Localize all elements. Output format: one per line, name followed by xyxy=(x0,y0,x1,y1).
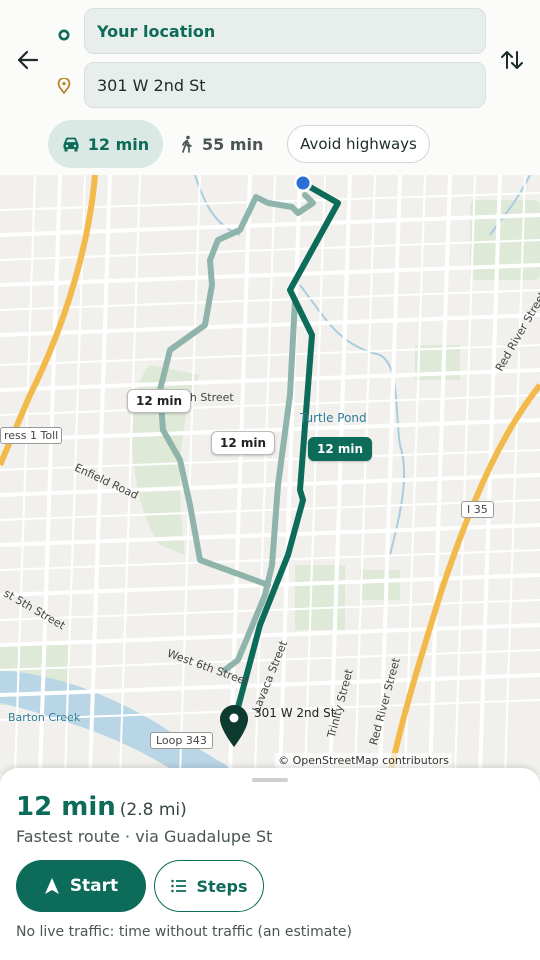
map-label-toll: ress 1 Toll xyxy=(0,427,63,444)
origin-circle-icon xyxy=(58,26,70,41)
destination-input[interactable]: 301 W 2nd St xyxy=(84,62,486,108)
back-button[interactable] xyxy=(14,46,42,74)
drag-handle[interactable] xyxy=(252,778,288,782)
route-label-main[interactable]: 12 min xyxy=(308,437,373,461)
map-label-i35: I 35 xyxy=(461,501,494,518)
car-icon xyxy=(62,136,80,152)
avoid-highways-chip[interactable]: Avoid highways xyxy=(287,125,430,163)
start-button-label: Start xyxy=(69,876,119,896)
origin-input[interactable]: Your location xyxy=(84,8,486,54)
arrow-left-icon xyxy=(17,50,39,70)
travel-mode-bar: 12 min 55 min xyxy=(0,118,540,170)
traffic-note: No live traffic: time without traffic (a… xyxy=(16,924,352,940)
route-summary-sheet: 12 min (2.8 mi) Fastest route · via Guada… xyxy=(0,768,540,960)
start-button[interactable]: Start xyxy=(16,860,146,912)
route-map[interactable]: st 24th Street Turtle Pond ress 1 Toll E… xyxy=(0,175,540,775)
map-label-barton-creek: Barton Creek xyxy=(8,711,81,724)
navigation-arrow-icon xyxy=(44,877,60,895)
mode-walk-button[interactable]: 55 min xyxy=(180,120,280,168)
route-description: Fastest route · via Guadalupe St xyxy=(16,827,273,846)
route-duration-value: 12 min xyxy=(16,792,116,822)
route-header: Your location 301 W 2nd St 12 min 55 min… xyxy=(0,0,540,175)
walk-icon xyxy=(180,135,194,153)
swap-vertical-icon xyxy=(501,51,523,69)
map-label-turtle-pond: Turtle Pond xyxy=(300,411,367,425)
route-label-alt-1[interactable]: 12 min xyxy=(127,389,192,413)
map-label-loop-343: Loop 343 xyxy=(150,732,213,749)
destination-marker-icon xyxy=(220,705,248,747)
route-distance: (2.8 mi) xyxy=(119,800,187,820)
steps-button[interactable]: Steps xyxy=(154,860,264,912)
route-duration: 12 min (2.8 mi) xyxy=(16,792,187,822)
route-label-alt-2[interactable]: 12 min xyxy=(211,431,276,455)
swap-button[interactable] xyxy=(498,46,526,74)
list-icon xyxy=(170,879,187,893)
mode-walk-label: 55 min xyxy=(202,134,264,154)
map-label-destination: 301 W 2nd St xyxy=(254,706,336,720)
mode-car-label: 12 min xyxy=(87,134,150,154)
steps-button-label: Steps xyxy=(196,876,248,896)
destination-pin-icon xyxy=(57,77,71,95)
mode-car-button[interactable]: 12 min xyxy=(48,120,163,168)
map-attribution[interactable]: © OpenStreetMap contributors xyxy=(275,753,452,768)
